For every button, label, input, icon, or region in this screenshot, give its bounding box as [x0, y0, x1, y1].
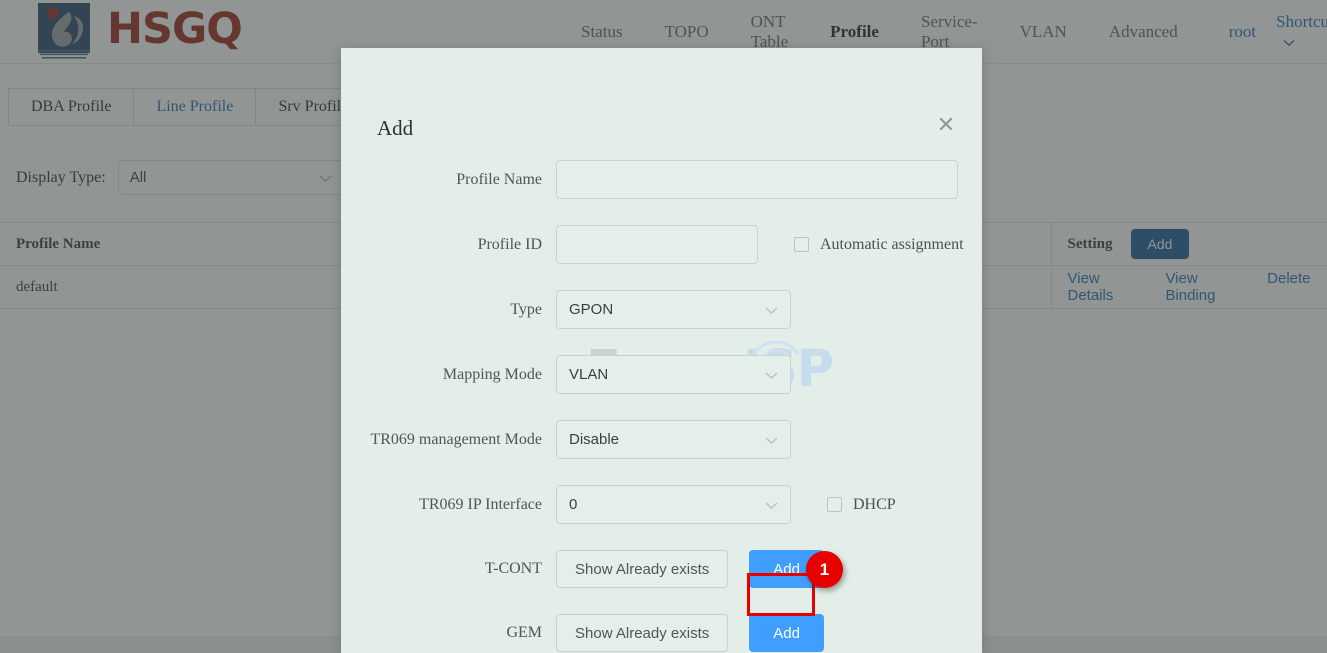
- chevron-down-icon: [765, 366, 778, 383]
- type-value: GPON: [569, 301, 614, 318]
- form-row-mapping-mode: Mapping Mode VLAN: [341, 355, 982, 394]
- form-row-type: Type GPON: [341, 290, 982, 329]
- dhcp-checkbox[interactable]: [827, 497, 842, 512]
- mapping-mode-select[interactable]: VLAN: [556, 355, 791, 394]
- form-row-profile-name: Profile Name: [341, 160, 982, 199]
- profile-name-label: Profile Name: [456, 170, 542, 188]
- dhcp-checkbox-group[interactable]: DHCP: [827, 496, 896, 514]
- type-select[interactable]: GPON: [556, 290, 791, 329]
- profile-id-input[interactable]: [556, 225, 758, 264]
- tr069-management-mode-value: Disable: [569, 431, 620, 448]
- form-row-profile-id: Profile ID Automatic assignment: [341, 225, 982, 264]
- tr069-ip-interface-value: 0: [569, 496, 578, 513]
- tcont-show-already-exists-button[interactable]: Show Already exists: [556, 550, 729, 588]
- tr069-management-mode-select[interactable]: Disable: [556, 420, 791, 459]
- dialog-title: Add: [377, 116, 414, 140]
- close-icon[interactable]: ✕: [934, 114, 958, 138]
- automatic-assignment-label: Automatic assignment: [820, 235, 964, 253]
- chevron-down-icon: [765, 301, 778, 318]
- action-step-badge: 1: [806, 551, 843, 588]
- gem-label: GEM: [506, 624, 542, 641]
- form-row-tr069-ip-interface: TR069 IP Interface 0 DHCP: [341, 485, 982, 524]
- chevron-down-icon: [765, 496, 778, 513]
- tr069-ip-interface-select[interactable]: 0: [556, 485, 791, 524]
- gem-add-button[interactable]: Add: [749, 614, 824, 652]
- tcont-label: T-CONT: [484, 560, 542, 577]
- gem-show-already-exists-button[interactable]: Show Already exists: [556, 614, 729, 652]
- automatic-assignment-checkbox[interactable]: [794, 237, 809, 252]
- mapping-mode-value: VLAN: [569, 366, 609, 383]
- add-profile-form: Profile Name Profile ID Automatic assign…: [341, 160, 982, 653]
- dhcp-label: DHCP: [853, 495, 896, 513]
- tr069-management-mode-label: TR069 management Mode: [370, 430, 542, 448]
- add-line-profile-dialog: Foro ISP Add ✕ Profile Name Profile ID A…: [341, 48, 982, 653]
- profile-name-input[interactable]: [556, 160, 958, 199]
- chevron-down-icon: [765, 431, 778, 448]
- tr069-ip-interface-label: TR069 IP Interface: [419, 495, 542, 513]
- form-row-tcont: T-CONT Show Already exists Add: [341, 550, 982, 588]
- form-row-gem: GEM Show Already exists Add: [341, 614, 982, 652]
- profile-id-label: Profile ID: [477, 235, 542, 253]
- type-label: Type: [510, 300, 542, 318]
- form-row-tr069-management-mode: TR069 management Mode Disable: [341, 420, 982, 459]
- automatic-assignment-checkbox-group[interactable]: Automatic assignment: [794, 236, 964, 254]
- mapping-mode-label: Mapping Mode: [442, 365, 542, 383]
